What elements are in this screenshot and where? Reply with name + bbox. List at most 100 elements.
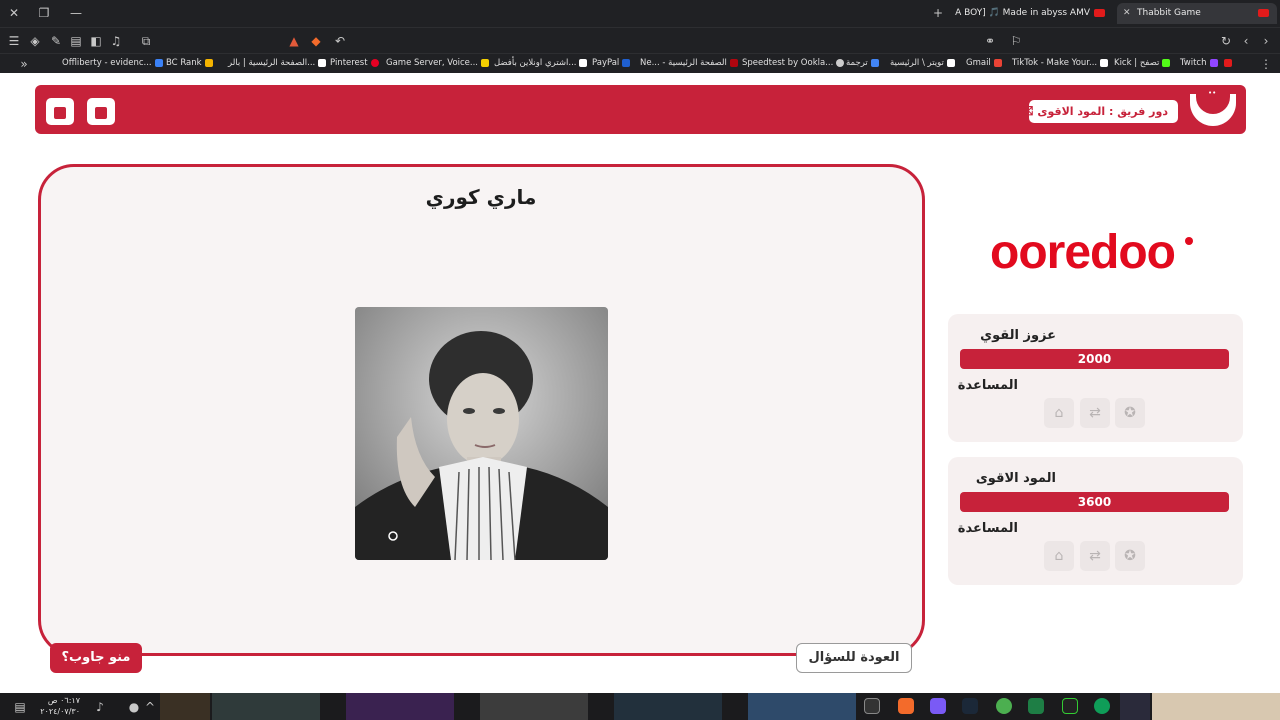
help-swap-button[interactable]: ⇄ [1080,541,1110,571]
bookmark-item[interactable]: Game Server, Voice... [386,57,492,69]
youtube-icon [1094,8,1105,17]
sidebar-icon[interactable]: ◧ [88,34,104,48]
music-icon[interactable]: ♫ [108,34,124,48]
taskbar-thumbnail[interactable] [614,693,722,720]
paypal-icon [622,58,631,67]
pinterest-icon [370,58,379,67]
bookmark-item[interactable]: Gmail [966,57,1005,69]
edit-icon[interactable]: ✎ [48,34,64,48]
swap-icon: ⇄ [1089,405,1101,421]
help-hint-button[interactable]: ✪ [1115,398,1145,428]
taskbar-thumbnail[interactable] [212,693,320,720]
kick-icon [1162,58,1171,67]
brave-shield-icon[interactable]: ◆ [308,34,324,48]
tab-thabbit-game[interactable]: ✕ Thabbit Game [1117,3,1277,24]
shield-icon[interactable]: ◈ [27,34,43,48]
current-turn-badge: دور فريق : المود الاقوى⤨ [1023,100,1178,123]
bookmark-favicon-icon [579,58,588,67]
gift-button[interactable] [87,98,115,125]
bookmark-item[interactable]: Twitch [1180,57,1235,69]
team-name: المود الاقوى [975,471,1056,486]
app-icon[interactable] [930,698,946,714]
gmail-icon [993,58,1002,67]
taskbar-thumbnail[interactable] [1120,693,1150,720]
tray-chevron-icon[interactable]: ^ [142,700,158,714]
gift-icon [95,106,107,119]
help-call-button[interactable]: ⌂ [1044,398,1074,428]
close-tab-icon[interactable]: ✕ [1123,3,1131,24]
tiktok-icon [1100,58,1109,67]
notification-icon[interactable]: ▤ [12,700,28,714]
twitch-icon [1209,58,1218,67]
tab-title: Thabbit Game [1137,8,1201,18]
taskbar-thumbnail[interactable] [480,693,588,720]
bookmark-favicon-icon [318,58,327,67]
bookmark-item[interactable]: تويتر \ الرئيسية [890,57,958,69]
browser-tab-bar: ✕ ❐ — + JUST A BOY] 🎵 Made in abyss AMV … [0,0,1280,27]
taskbar-clock[interactable]: ٠٦:١٧ ص ٢٠٢٤/٠٧/٣٠ [30,695,80,717]
excel-icon[interactable] [1028,698,1044,714]
bookmark-item[interactable]: PayPal [592,57,633,69]
screenshot-icon[interactable]: ⧉ [138,34,154,48]
minimize-window-icon[interactable]: — [68,6,84,20]
app-icon[interactable] [864,698,880,714]
chrome-icon[interactable] [996,698,1012,714]
tab-favicon-icon [1258,9,1269,17]
lightbulb-icon: ✪ [1124,548,1136,564]
help-call-button[interactable]: ⌂ [1044,541,1074,571]
portrait-illustration [355,307,608,560]
restore-window-icon[interactable]: ❐ [36,6,52,20]
answer-title: ماري كوري [425,185,537,209]
taskbar-thumbnail[interactable] [1152,693,1280,720]
sponsor-dot-icon [1185,237,1193,245]
team-score: 3600 [960,492,1229,512]
bookmark-item[interactable]: Pinterest [330,57,382,69]
steam-icon[interactable] [962,698,978,714]
menu-icon[interactable]: ☰ [6,34,22,48]
answer-image [355,307,608,560]
help-swap-button[interactable]: ⇄ [1080,398,1110,428]
tab-music-video[interactable]: JUST A BOY] 🎵 Made in abyss AMV [955,3,1115,24]
bookmark-item[interactable]: ترجمة [846,57,882,69]
bookmark-item[interactable]: Ne... - الصفحة الرئيسية [640,57,741,69]
bookmarks-overflow-icon[interactable]: ⋮ [1258,57,1274,71]
bookmark-icon[interactable]: ⚐ [1008,34,1024,48]
triangle-icon[interactable]: ▲ [286,34,302,48]
taskbar-thumbnail[interactable] [346,693,454,720]
bookmark-item[interactable]: Kick | تصفح [1114,57,1173,69]
share-icon[interactable]: ↶ [332,34,348,48]
close-window-icon[interactable]: ✕ [6,6,22,20]
microphone-icon[interactable]: ● [126,700,142,714]
reload-icon[interactable]: ↻ [1218,34,1234,48]
extensions-icon[interactable]: ▤ [68,34,84,48]
more-bookmarks-icon[interactable]: » [16,57,32,71]
help-hint-button[interactable]: ✪ [1115,541,1145,571]
taskbar-thumbnail[interactable] [748,693,856,720]
bookmark-item[interactable]: الصفحة الرئيسية | بالر... [228,57,329,69]
speedtest-icon [836,58,845,67]
bookmark-item[interactable]: Speedtest by Ookla... [742,57,847,69]
bookmark-item[interactable]: BC Rank [166,57,216,69]
who-answered-button[interactable]: منو جاوب؟ [50,643,142,673]
new-tab-icon[interactable]: + [930,6,946,20]
back-icon[interactable]: ‹ [1238,34,1254,48]
brave-icon[interactable] [898,698,914,714]
app-icon[interactable] [1062,698,1078,714]
help-label: المساعدة [957,378,1018,393]
swap-icon: ⇄ [1089,548,1101,564]
forward-icon[interactable]: › [1258,34,1274,48]
sponsor-logo: ooredoo [990,226,1176,279]
bookmark-item[interactable]: Offliberty - evidenc... [62,57,166,69]
trophy-icon [204,58,213,67]
taskbar-thumbnail[interactable] [160,693,210,720]
house-icon: ⌂ [1054,548,1064,564]
back-to-question-button[interactable]: العودة للسؤال [796,643,912,673]
exit-button[interactable] [46,98,74,125]
bookmark-item[interactable]: TikTok - Make Your... [1012,57,1111,69]
link-icon[interactable]: ⚭ [982,34,998,48]
app-icon[interactable] [1094,698,1110,714]
browser-toolbar: ☰ ◈ ✎ ▤ ◧ ♫ ⧉ ▲ ◆ ↶ thabbit.com/ar/game/… [0,27,1280,73]
bookmark-item[interactable]: اشتري اونلاين بأفضل... [494,57,590,69]
bookmark-favicon-icon [481,58,490,67]
volume-icon[interactable]: ♪ [92,700,108,714]
